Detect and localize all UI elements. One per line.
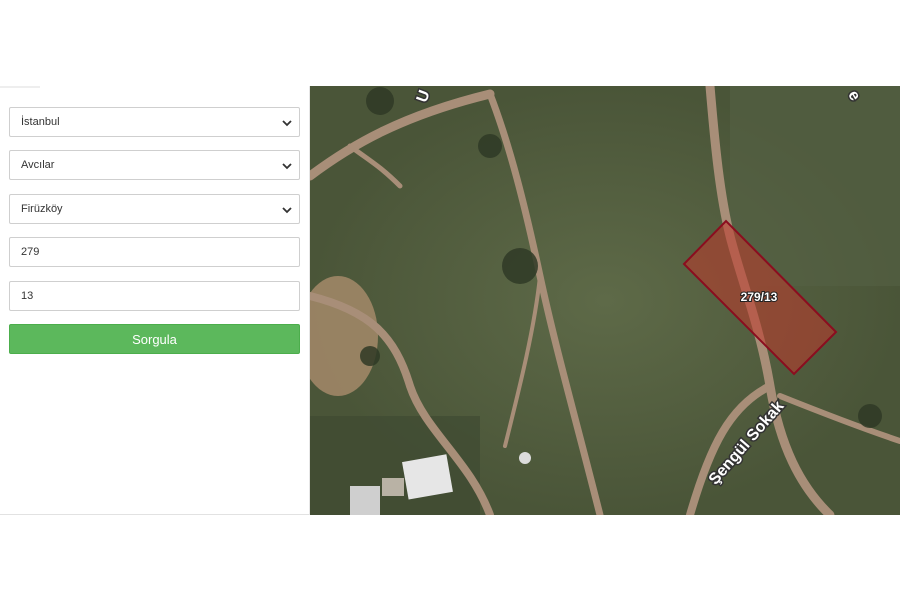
building [402,454,453,500]
district-select[interactable]: Avcılar [9,150,300,180]
district-select-value: Avcılar [21,159,55,171]
app-frame: İstanbul Avcılar Firüzköy 279 13 Sorgula [0,86,900,515]
map-canvas[interactable]: 279/13 Şengül Sokak U e [310,86,900,515]
query-button[interactable]: Sorgula [9,324,300,354]
panel-tab-indicator [0,86,40,88]
terrain-patch [310,416,480,515]
query-button-label: Sorgula [132,331,177,347]
province-select[interactable]: İstanbul [9,107,300,137]
building [382,478,404,496]
building [519,452,531,464]
neighborhood-select[interactable]: Firüzköy [9,194,300,224]
block-input-value: 279 [21,246,40,258]
query-panel: İstanbul Avcılar Firüzköy 279 13 Sorgula [0,86,310,515]
parcel-label: 279/13 [741,290,778,304]
parcel-input[interactable]: 13 [9,281,300,311]
neighborhood-select-value: Firüzköy [21,203,63,215]
chevron-down-icon [282,207,292,214]
tree-clump [858,404,882,428]
chevron-down-icon [282,163,292,170]
satellite-map[interactable]: 279/13 Şengül Sokak U e [310,86,900,515]
parcel-input-value: 13 [21,290,34,302]
tree-clump [478,134,502,158]
province-select-value: İstanbul [21,116,60,128]
building [350,486,380,515]
panel-divider [0,514,309,515]
tree-clump [502,248,538,284]
tree-clump [366,87,394,115]
tree-clump [360,346,380,366]
chevron-down-icon [282,120,292,127]
block-input[interactable]: 279 [9,237,300,267]
